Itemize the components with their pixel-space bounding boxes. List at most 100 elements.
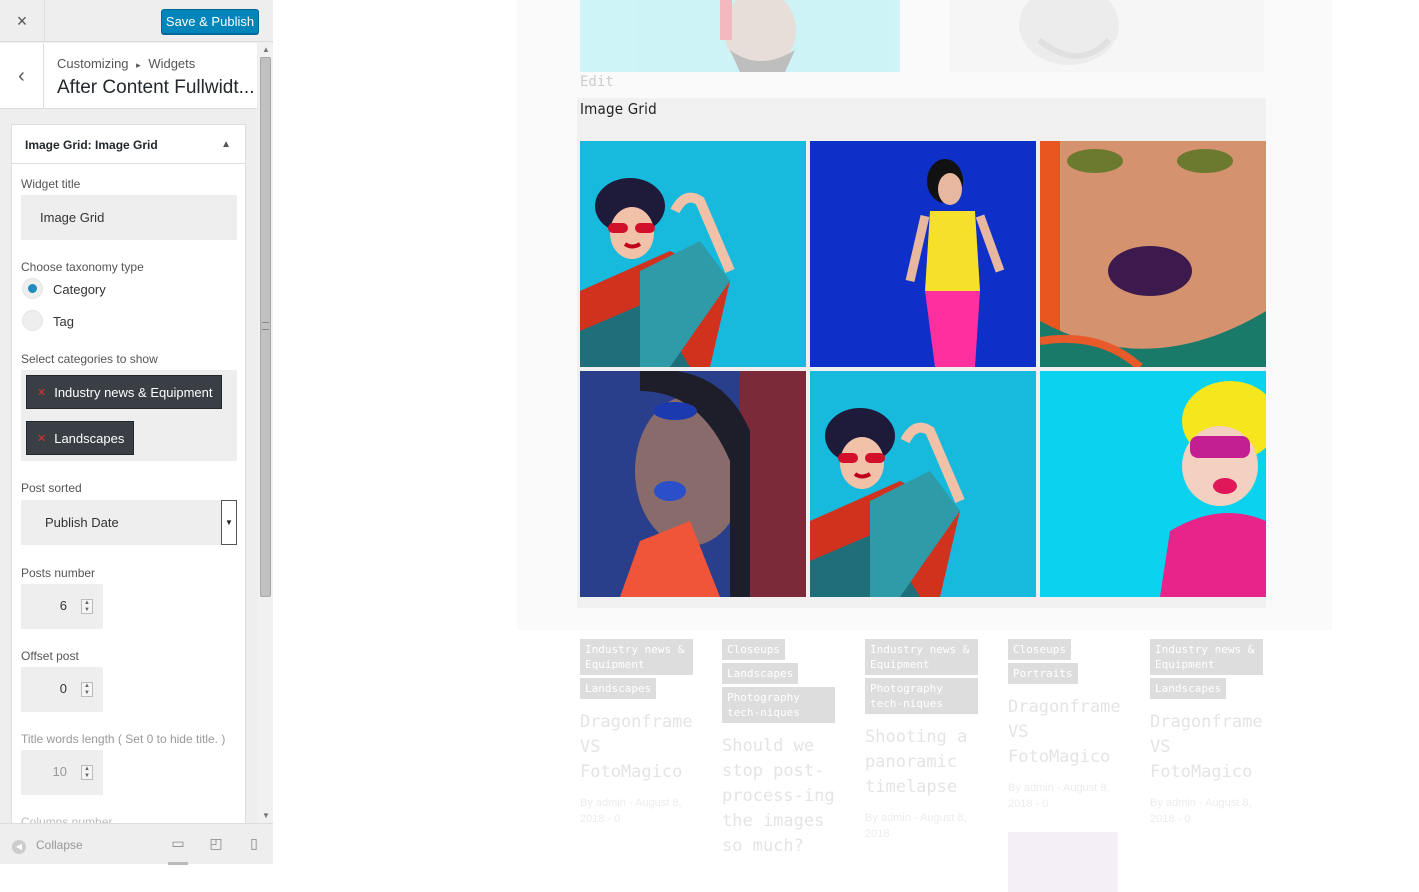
remove-icon[interactable]: ✕ <box>37 386 46 399</box>
dropdown-arrow-icon[interactable]: ▼ <box>221 500 237 545</box>
post-tag[interactable]: Closeups <box>1008 639 1071 660</box>
post-title[interactable]: Dragonframe VS FotoMagico <box>1008 695 1124 770</box>
post-meta: By admin - August 8, 2018 - 0 <box>1008 782 1110 810</box>
post-title[interactable]: Should we stop post-process-ing the imag… <box>722 734 838 859</box>
post-title[interactable]: Dragonframe VS FotoMagico <box>1150 710 1266 785</box>
breadcrumb-child: Widgets <box>148 56 196 71</box>
post-tag[interactable]: Closeups <box>722 639 785 660</box>
widget-panel: Image Grid: Image Grid ▲ Widget title Im… <box>11 124 246 824</box>
post-tag[interactable]: Portraits <box>1008 663 1078 684</box>
breadcrumb-separator-icon: ▸ <box>136 60 141 70</box>
collapse-button[interactable]: ◀ Collapse <box>12 838 83 854</box>
title-length-input[interactable]: 10 ▲ ▼ <box>21 750 103 795</box>
stepper-icon[interactable]: ▲ ▼ <box>81 682 93 697</box>
faded-post-image <box>1008 832 1118 892</box>
post-tag[interactable]: Industry news & Equipment <box>1150 639 1263 675</box>
posts-number-value: 6 <box>59 598 67 613</box>
taxonomy-option-tag[interactable]: Tag <box>53 314 74 329</box>
taxonomy-radio-category[interactable] <box>22 278 43 299</box>
site-preview: Edit Image Grid Industry news & Equipmen… <box>274 0 1419 892</box>
post-title[interactable]: Dragonframe VS FotoMagico <box>580 710 696 785</box>
post-card: Closeups Portraits Dragonframe VS FotoMag… <box>1008 639 1124 892</box>
mobile-preview-icon[interactable]: ▯ <box>244 835 264 855</box>
post-meta: By admin - August 8, 2018 - 0 <box>1150 797 1252 825</box>
post-card: Industry news & EquipmentPhotography tec… <box>865 639 981 842</box>
woman-sunglasses-photo <box>580 178 735 367</box>
post-sorted-value: Publish Date <box>45 515 119 530</box>
woman-sunglasses-photo <box>810 408 965 597</box>
scroll-up-icon[interactable]: ▲ <box>262 45 270 54</box>
section-header: ‹ Customizing ▸ Widgets After Content Fu… <box>0 43 257 109</box>
woman-yellow-hat-photo <box>1040 371 1266 597</box>
edit-link[interactable]: Edit <box>580 74 614 90</box>
grid-image[interactable] <box>580 371 806 597</box>
post-tag[interactable]: Industry news & Equipment <box>865 639 978 675</box>
image-grid-title: Image Grid <box>580 100 657 118</box>
title-length-label: Title words length ( Set 0 to hide title… <box>21 732 226 746</box>
post-tag[interactable]: Photography tech-niques <box>865 678 978 714</box>
post-tag[interactable]: Landscapes <box>580 678 657 699</box>
woman-purple-lips-photo <box>1040 141 1266 367</box>
taxonomy-label: Choose taxonomy type <box>21 260 144 274</box>
post-meta: By admin - August 8, 2018 - 0 <box>580 797 682 825</box>
collapse-icon: ◀ <box>12 840 26 854</box>
post-meta: By admin - August 8, 2018 <box>865 812 967 840</box>
taxonomy-radio-tag[interactable] <box>22 310 43 331</box>
post-sorted-label: Post sorted <box>21 481 82 495</box>
widget-title-label: Widget title <box>21 177 81 191</box>
faded-post-image <box>949 0 1264 72</box>
remove-icon[interactable]: ✕ <box>37 432 46 445</box>
posts-number-label: Posts number <box>21 566 96 580</box>
woman-yellow-top-photo <box>810 141 1036 367</box>
woman-blue-makeup-photo <box>580 371 806 597</box>
widget-type: Image Grid: <box>25 138 92 152</box>
tablet-preview-icon[interactable]: ◰ <box>206 835 226 855</box>
stepper-icon[interactable]: ▲ ▼ <box>81 599 93 614</box>
categories-select[interactable]: ✕ Industry news & Equipment ✕ Landscapes <box>21 370 237 461</box>
grid-image[interactable] <box>810 141 1036 367</box>
customizer-header: × Save & Publish <box>0 0 273 42</box>
stepper-icon[interactable]: ▲ ▼ <box>81 765 93 780</box>
chevron-left-icon: ‹ <box>18 64 25 87</box>
title-length-value: 10 <box>52 764 67 779</box>
grid-image[interactable] <box>1040 371 1266 597</box>
close-customizer-button[interactable]: × <box>0 0 45 42</box>
grid-image[interactable] <box>580 141 806 367</box>
widget-title-input[interactable]: Image Grid <box>21 195 237 240</box>
taxonomy-option-category[interactable]: Category <box>53 282 106 297</box>
category-chip-label: Landscapes <box>54 430 125 446</box>
scroll-down-icon[interactable]: ▼ <box>262 811 270 820</box>
post-card: Industry news & Equipment Landscapes Drag… <box>580 639 696 827</box>
post-tag[interactable]: Photography tech-niques <box>722 687 835 723</box>
faded-post-image <box>580 0 900 72</box>
post-sorted-select[interactable]: Publish Date ▼ <box>21 500 237 545</box>
desktop-preview-icon[interactable]: ▭ <box>168 835 188 865</box>
close-icon: × <box>16 10 28 31</box>
faded-figure-image <box>1019 0 1119 65</box>
offset-value: 0 <box>59 681 67 696</box>
categories-label: Select categories to show <box>21 352 158 366</box>
category-chip-label: Industry news & Equipment <box>54 384 213 400</box>
faded-figure-image <box>720 0 796 72</box>
widget-panel-header[interactable]: Image Grid: Image Grid ▲ <box>12 125 245 164</box>
collapse-label: Collapse <box>36 838 83 852</box>
posts-number-input[interactable]: 6 ▲ ▼ <box>21 584 103 629</box>
post-tag[interactable]: Landscapes <box>1150 678 1227 699</box>
post-title[interactable]: Shooting a panoramic timelapse <box>865 725 981 800</box>
post-tag[interactable]: Industry news & Equipment <box>580 639 693 675</box>
post-tag[interactable]: Landscapes <box>722 663 799 684</box>
grid-image[interactable] <box>1040 141 1266 367</box>
breadcrumb: Customizing ▸ Widgets <box>57 56 195 71</box>
scroll-grip-icon <box>262 322 269 330</box>
breadcrumb-parent: Customizing <box>57 56 129 71</box>
grid-image[interactable] <box>810 371 1036 597</box>
section-title: After Content Fullwidt... <box>57 77 253 98</box>
back-button[interactable]: ‹ <box>0 43 44 109</box>
customizer-sidebar: × Save & Publish ‹ Customizing ▸ Widgets… <box>0 0 273 865</box>
category-chip: ✕ Landscapes <box>26 421 135 455</box>
offset-input[interactable]: 0 ▲ ▼ <box>21 667 103 712</box>
caret-up-icon[interactable]: ▲ <box>221 139 231 150</box>
offset-label: Offset post <box>21 649 79 663</box>
save-publish-button[interactable]: Save & Publish <box>161 9 259 34</box>
post-card: Closeups Landscapes Photography tech-nique… <box>722 639 838 859</box>
